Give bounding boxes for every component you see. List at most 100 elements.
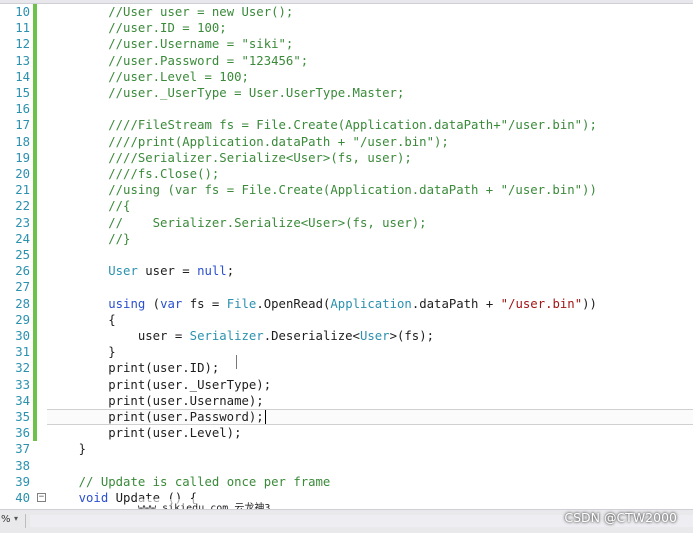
change-indicator: [33, 52, 37, 69]
code-line[interactable]: 17 ////FileStream fs = File.Create(Appli…: [0, 117, 693, 134]
code-line[interactable]: 32 print(user.ID);: [0, 360, 693, 377]
code-text: //user.Level = 100;: [49, 69, 249, 85]
line-number: 31: [15, 345, 30, 360]
code-token: "/user.bin": [500, 296, 583, 311]
text-caret: [265, 410, 266, 424]
code-editor[interactable]: 10 //User user = new User(); 11 //user.ID…: [0, 0, 693, 533]
code-line[interactable]: 36 print(user.Level);: [0, 425, 693, 442]
code-token: // Serializer.Serialize<User>(fs, user);: [108, 215, 427, 230]
code-text: user = Serializer.Deserialize<User>(fs);: [49, 328, 434, 344]
line-number: 33: [15, 377, 30, 392]
code-line[interactable]: 11 //user.ID = 100;: [0, 20, 693, 37]
code-line[interactable]: 38: [0, 458, 693, 474]
code-token: Application: [330, 296, 412, 311]
code-text: print(user.Username);: [49, 393, 264, 409]
code-line[interactable]: 22 //{: [0, 198, 693, 215]
code-line[interactable]: 33 print(user._UserType);: [0, 376, 693, 393]
code-text: print(user._UserType);: [49, 377, 271, 393]
code-token: User: [359, 329, 390, 343]
code-token: >(fs);: [389, 329, 435, 343]
code-token: //using (var fs = File.Create(Applicatio…: [108, 183, 597, 198]
change-indicator: [33, 392, 37, 409]
csdn-watermark: CSDN @CTW2000: [564, 510, 677, 525]
code-line[interactable]: 20 ////fs.Close();: [0, 166, 693, 183]
code-token: fs =: [182, 296, 227, 311]
code-line[interactable]: 12 //user.Username = "siki";: [0, 36, 693, 53]
code-text: print(user.ID);: [49, 360, 219, 376]
code-text: ////Serializer.Serialize<User>(fs, user)…: [49, 150, 412, 166]
code-line[interactable]: 18 ////print(Application.dataPath + "/us…: [0, 133, 693, 150]
code-token: User: [108, 264, 138, 279]
code-line[interactable]: 21 //using (var fs = File.Create(Applica…: [0, 182, 693, 199]
code-text: //User user = new User();: [49, 4, 293, 20]
code-text: User user = null;: [49, 263, 234, 279]
line-number: 21: [15, 183, 30, 198]
change-indicator: [33, 409, 37, 426]
code-text: // Update is called once per frame: [49, 474, 331, 490]
line-number: 36: [15, 426, 30, 441]
change-indicator: [33, 230, 37, 247]
collapse-icon[interactable]: −: [37, 493, 46, 502]
code-line[interactable]: 35 print(user.Password);: [0, 409, 693, 426]
code-token: File: [226, 296, 257, 311]
line-number: 20: [15, 167, 30, 181]
code-text: {: [49, 312, 115, 328]
code-token: user =: [137, 264, 198, 279]
code-token: print(user.Username);: [49, 393, 264, 408]
code-token: //user.Password = "123456";: [108, 53, 309, 68]
code-line[interactable]: 39 // Update is called once per frame: [0, 474, 693, 490]
line-number: 15: [15, 86, 30, 100]
change-indicator: [33, 149, 37, 166]
code-token: //User user = new User();: [108, 5, 294, 19]
change-indicator: [33, 263, 37, 280]
code-line[interactable]: 16: [0, 101, 693, 118]
code-line[interactable]: 24 //}: [0, 230, 693, 247]
code-line[interactable]: 37 }: [0, 441, 693, 457]
line-number: 19: [15, 150, 30, 165]
change-indicator: [33, 344, 37, 361]
code-line[interactable]: 10 //User user = new User();: [0, 4, 693, 21]
code-line[interactable]: 40− void Update () {: [0, 490, 693, 506]
line-number: 13: [15, 53, 30, 68]
code-text: //user.ID = 100;: [49, 20, 226, 36]
code-line[interactable]: 27: [0, 279, 693, 296]
code-line[interactable]: 28 using (var fs = File.OpenRead(Applica…: [0, 295, 693, 312]
code-token: using: [108, 296, 146, 311]
change-indicator: [33, 133, 37, 150]
code-line[interactable]: 31 }: [0, 344, 693, 361]
code-line[interactable]: 19 ////Serializer.Serialize<User>(fs, us…: [0, 149, 693, 166]
code-line[interactable]: 15 //user._UserType = User.UserType.Mast…: [0, 85, 693, 102]
code-line[interactable]: 30 user = Serializer.Deserialize<User>(f…: [0, 328, 693, 345]
code-line[interactable]: 25: [0, 247, 693, 264]
line-number: 37: [15, 442, 30, 457]
change-indicator: [33, 247, 37, 264]
code-line[interactable]: 13 //user.Password = "123456";: [0, 52, 693, 69]
code-line[interactable]: 23 // Serializer.Serialize<User>(fs, use…: [0, 214, 693, 231]
line-number: 24: [15, 231, 30, 246]
code-line[interactable]: 29 {: [0, 311, 693, 328]
code-token: }: [49, 442, 87, 457]
code-token: ;: [226, 264, 235, 279]
line-number: 22: [15, 199, 30, 214]
code-text: //{: [49, 198, 130, 214]
chevron-down-icon[interactable]: ▾: [14, 514, 18, 523]
change-indicator: [33, 376, 37, 393]
code-text: //}: [49, 231, 130, 247]
code-token: void: [78, 491, 109, 505]
code-line[interactable]: 34 print(user.Username);: [0, 392, 693, 409]
line-number: 11: [15, 21, 30, 36]
code-token: //{: [108, 199, 131, 214]
code-line[interactable]: 26 User user = null;: [0, 263, 693, 280]
line-number: 34: [15, 393, 30, 408]
code-token: )): [582, 296, 597, 311]
zoom-level[interactable]: % ▾: [0, 514, 26, 528]
code-line[interactable]: 14 //user.Level = 100;: [0, 68, 693, 85]
